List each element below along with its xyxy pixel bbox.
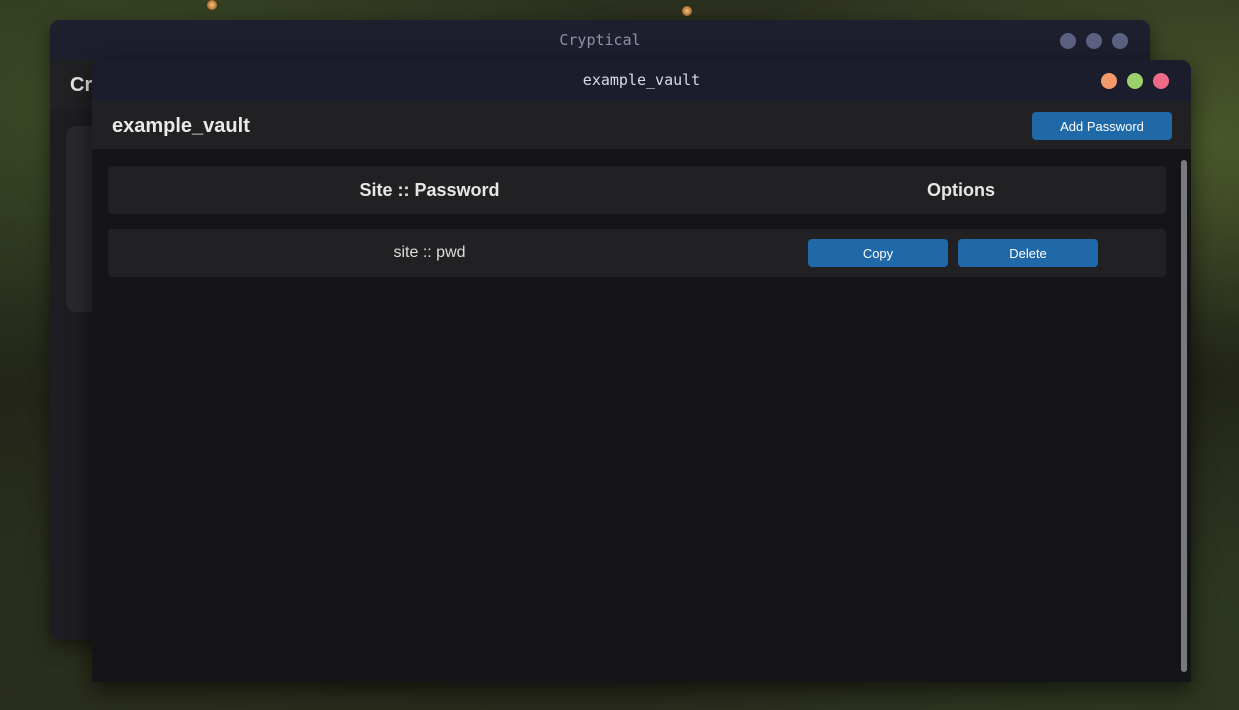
vault-window-controls [1101,73,1169,89]
copy-button[interactable]: Copy [808,239,948,267]
password-entry: site :: pwd [393,244,466,261]
main-window-title: Cryptical [559,31,641,49]
close-icon[interactable] [1112,33,1128,49]
add-password-button[interactable]: Add Password [1032,112,1172,140]
password-table: Site :: Password Options site :: pwd Cop… [108,166,1166,292]
vault-window-titlebar[interactable]: example_vault [92,60,1191,101]
string-light-bulb [207,0,217,10]
column-header-site-password: Site :: Password [359,180,500,200]
delete-button[interactable]: Delete [958,239,1098,267]
minimize-icon[interactable] [1060,33,1076,49]
main-window-titlebar[interactable]: Cryptical [50,20,1150,60]
maximize-icon[interactable] [1127,73,1143,89]
string-light-bulb [682,6,692,16]
vertical-scrollbar[interactable] [1181,160,1187,672]
minimize-icon[interactable] [1101,73,1117,89]
main-window-heading: Cr [70,74,93,96]
maximize-icon[interactable] [1086,33,1102,49]
vault-window-title: example_vault [582,71,701,89]
vault-name-heading: example_vault [112,115,250,137]
vault-window: example_vault example_vault Add Password… [92,60,1191,682]
column-header-options: Options [927,180,995,200]
main-window-controls [1060,33,1128,49]
table-header-row: Site :: Password Options [108,166,1166,214]
vault-toolbar: example_vault Add Password [92,101,1191,149]
close-icon[interactable] [1153,73,1169,89]
table-row: site :: pwd Copy Delete [108,229,1166,277]
